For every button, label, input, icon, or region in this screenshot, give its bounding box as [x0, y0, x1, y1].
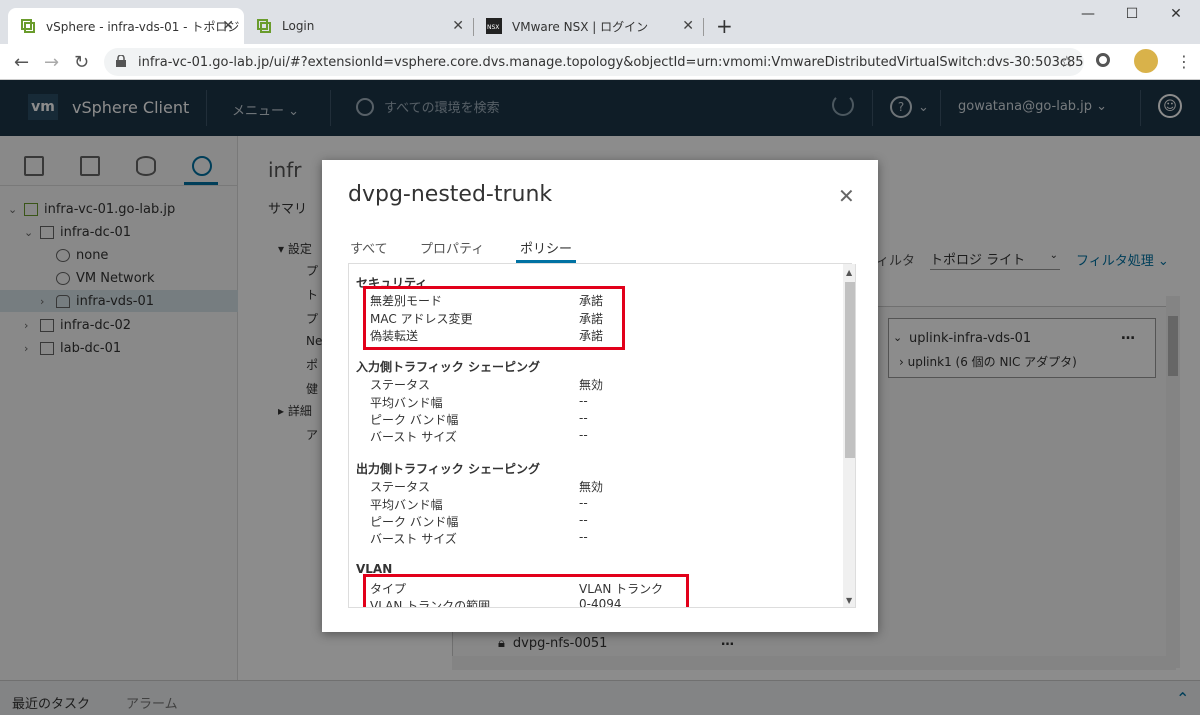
browser-tab-login[interactable]: Login ✕	[244, 8, 474, 44]
close-icon[interactable]: ✕	[838, 184, 855, 208]
policy-value: --	[579, 496, 588, 510]
policy-value: 無効	[579, 378, 604, 392]
browser-tab-label: Login	[282, 19, 315, 33]
section-ingress-title: 入力側トラフィック シェーピング	[356, 360, 540, 374]
tab-all[interactable]: すべて	[350, 238, 388, 257]
tab-properties[interactable]: プロパティ	[420, 238, 484, 257]
policy-key: ピーク バンド幅	[370, 515, 459, 529]
policy-row: ステータス 無効	[370, 376, 603, 393]
lock-icon	[116, 55, 126, 67]
browser-tab-nsx[interactable]: NSX VMware NSX | ログイン ✕	[474, 8, 704, 44]
forward-arrow-icon[interactable]: →	[44, 52, 59, 73]
browser-menu-icon[interactable]: ⋮	[1176, 52, 1192, 71]
policy-value: --	[579, 394, 588, 408]
scrollbar-thumb[interactable]	[845, 282, 855, 458]
vsphere-favicon-icon	[257, 19, 271, 33]
url-text: infra-vc-01.go-lab.jp/ui/#?extensionId=v…	[138, 54, 1084, 70]
close-tab-icon[interactable]: ✕	[222, 18, 234, 34]
new-tab-plus-icon[interactable]: +	[716, 14, 733, 38]
scroll-down-arrow-icon[interactable]: ▼	[846, 596, 852, 605]
policy-value: --	[579, 411, 588, 425]
policy-value: --	[579, 513, 588, 527]
close-tab-icon[interactable]: ✕	[452, 18, 464, 34]
policy-value: --	[579, 530, 588, 544]
highlight-vlan-box	[363, 574, 689, 607]
policy-row: 平均バンド幅 --	[370, 394, 588, 411]
url-input[interactable]: infra-vc-01.go-lab.jp/ui/#?extensionId=v…	[104, 48, 1084, 76]
tab-policy[interactable]: ポリシー	[520, 238, 572, 257]
minimize-icon[interactable]: —	[1078, 6, 1098, 22]
policy-row: ピーク バンド幅 --	[370, 411, 588, 428]
policy-key: ピーク バンド幅	[370, 413, 459, 427]
policy-key: バースト サイズ	[370, 532, 457, 546]
policy-panel: セキュリティ 無差別モード 承諾 MAC アドレス変更 承諾 偽装転送 承諾 入力側ト…	[348, 264, 856, 608]
modal-backdrop-header	[0, 80, 1200, 136]
policy-value: --	[579, 428, 588, 442]
policy-scrollbar[interactable]: ▲ ▼	[843, 264, 855, 607]
nsx-favicon-icon: NSX	[486, 18, 502, 34]
policy-row: バースト サイズ --	[370, 428, 588, 445]
browser-tab-strip: vSphere - infra-vds-01 - トポロジ ✕ Login ✕ …	[0, 0, 1200, 44]
reload-icon[interactable]: ↻	[74, 52, 89, 73]
policy-key: ステータス	[370, 480, 431, 494]
policy-key: 平均バンド幅	[370, 396, 443, 410]
address-bar: ← → ↻ infra-vc-01.go-lab.jp/ui/#?extensi…	[0, 44, 1200, 80]
dialog-title: dvpg-nested-trunk	[348, 182, 553, 207]
policy-row: 平均バンド幅 --	[370, 496, 588, 513]
back-arrow-icon[interactable]: ←	[14, 52, 29, 73]
portgroup-detail-dialog: dvpg-nested-trunk ✕ すべて プロパティ ポリシー セキュリテ…	[322, 160, 878, 632]
maximize-icon[interactable]: ☐	[1122, 6, 1142, 22]
profile-avatar[interactable]	[1134, 49, 1158, 73]
extension-icon[interactable]	[1096, 53, 1110, 67]
bookmark-star-icon[interactable]: ☆	[1060, 52, 1074, 71]
browser-tab-label: VMware NSX | ログイン	[512, 19, 649, 34]
policy-key: 平均バンド幅	[370, 498, 443, 512]
policy-row: ステータス 無効	[370, 478, 603, 495]
policy-value: 無効	[579, 480, 604, 494]
browser-tab-vsphere[interactable]: vSphere - infra-vds-01 - トポロジ ✕	[8, 8, 244, 44]
tab-separator	[703, 18, 704, 36]
policy-row: ピーク バンド幅 --	[370, 513, 588, 530]
svg-text:NSX: NSX	[487, 24, 499, 31]
vsphere-favicon-icon	[21, 19, 35, 33]
policy-key: バースト サイズ	[370, 430, 457, 444]
policy-key: ステータス	[370, 378, 431, 392]
scroll-up-arrow-icon[interactable]: ▲	[846, 268, 852, 277]
highlight-security-box	[363, 286, 625, 350]
policy-row: バースト サイズ --	[370, 530, 588, 547]
section-egress-title: 出力側トラフィック シェーピング	[356, 462, 540, 476]
window-close-icon[interactable]: ✕	[1166, 6, 1186, 22]
browser-tab-label: vSphere - infra-vds-01 - トポロジ	[46, 19, 240, 34]
close-tab-icon[interactable]: ✕	[682, 18, 694, 34]
